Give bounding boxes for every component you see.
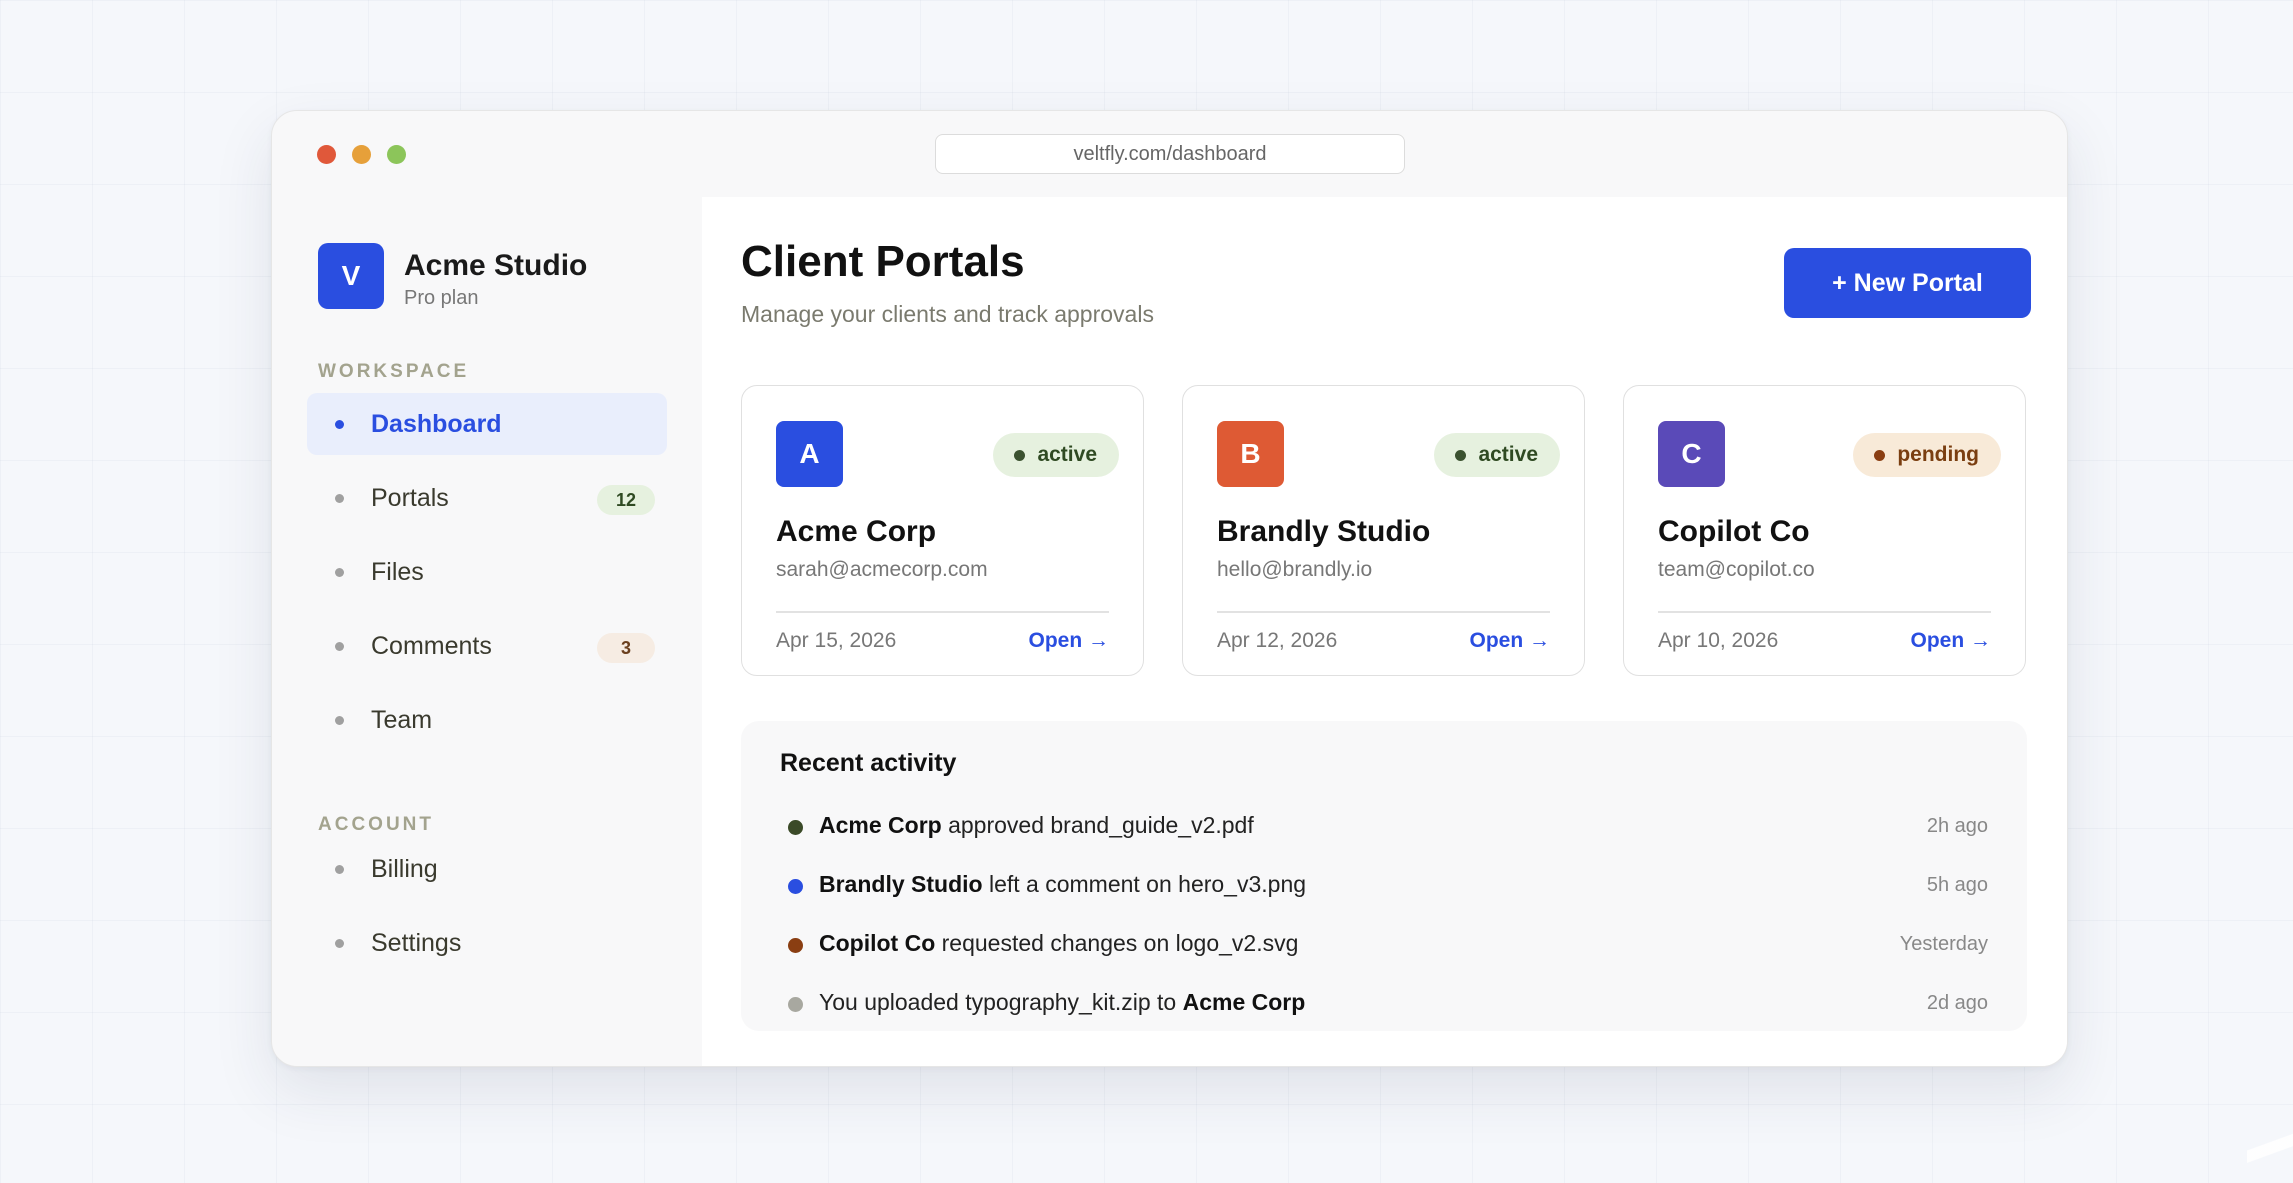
open-portal-link[interactable]: Open →: [1028, 629, 1109, 653]
brand-plan: Pro plan: [404, 287, 479, 309]
client-name: Acme Corp: [776, 515, 937, 548]
bullet-icon: [335, 420, 344, 429]
activity-dot-icon: [788, 879, 803, 894]
status-dot-icon: [1014, 450, 1026, 461]
card-date: Apr 12, 2026: [1217, 629, 1338, 652]
client-name: Brandly Studio: [1217, 515, 1431, 548]
minimize-window-dot[interactable]: [352, 145, 371, 164]
activity-dot-icon: [788, 820, 803, 835]
client-email: sarah@acmecorp.com: [776, 558, 988, 581]
activity-text: You uploaded typography_kit.zip to Acme …: [819, 989, 1306, 1015]
bullet-icon: [335, 642, 344, 651]
sidebar: V Acme Studio Pro plan WORKSPACE Dashboa…: [272, 197, 702, 1066]
count-badge: 12: [597, 485, 655, 515]
client-name: Copilot Co: [1658, 515, 1810, 548]
sidebar-item-label: Portals: [371, 483, 449, 512]
activity-title: Recent activity: [780, 749, 957, 777]
activity-item: You uploaded typography_kit.zip to Acme …: [780, 983, 1988, 1023]
recent-activity-panel: Recent activity Acme Corp approved brand…: [741, 721, 2027, 1031]
open-portal-link[interactable]: Open →: [1469, 629, 1550, 653]
main-content: Client Portals Manage your clients and t…: [702, 197, 2067, 1066]
sidebar-item-dashboard[interactable]: Dashboard: [307, 393, 667, 455]
sidebar-item-label: Comments: [371, 631, 492, 660]
corner-watermark: [2247, 1117, 2293, 1183]
sidebar-item-team[interactable]: Team: [307, 689, 667, 751]
activity-time: 5h ago: [1926, 874, 1988, 896]
card-divider: [1217, 611, 1550, 613]
bullet-icon: [335, 494, 344, 503]
section-label-account: ACCOUNT: [318, 814, 434, 835]
section-label-workspace: WORKSPACE: [318, 361, 470, 382]
browser-window: veltfly.com/dashboard V Acme Studio Pro …: [271, 110, 2068, 1067]
count-badge: 3: [597, 633, 655, 663]
client-email: hello@brandly.io: [1217, 558, 1373, 581]
activity-text: Copilot Co requested changes on logo_v2.…: [819, 930, 1299, 956]
status-badge: active: [993, 433, 1119, 477]
brand-logo: V: [318, 243, 384, 309]
bullet-icon: [335, 568, 344, 577]
activity-dot-icon: [788, 997, 803, 1012]
status-label: active: [1037, 443, 1097, 466]
status-badge: active: [1434, 433, 1560, 477]
portal-card-copilot[interactable]: C pending Copilot Co team@copilot.co Apr…: [1623, 385, 2026, 676]
page-title: Client Portals: [741, 237, 1025, 286]
activity-time: 2d ago: [1926, 992, 1988, 1014]
sidebar-item-label: Team: [371, 705, 433, 734]
activity-time: 2h ago: [1926, 815, 1988, 837]
client-email: team@copilot.co: [1658, 558, 1815, 581]
sidebar-item-label: Files: [371, 557, 424, 586]
activity-dot-icon: [788, 938, 803, 953]
activity-item: Copilot Co requested changes on logo_v2.…: [780, 924, 1988, 964]
card-divider: [776, 611, 1109, 613]
window-titlebar: veltfly.com/dashboard: [272, 111, 2067, 197]
sidebar-item-portals[interactable]: Portals 12: [307, 467, 667, 529]
card-divider: [1658, 611, 1991, 613]
close-window-dot[interactable]: [317, 145, 336, 164]
new-portal-button[interactable]: + New Portal: [1784, 248, 2031, 318]
sidebar-item-comments[interactable]: Comments 3: [307, 615, 667, 677]
activity-time: Yesterday: [1899, 933, 1988, 955]
bullet-icon: [335, 716, 344, 725]
sidebar-item-settings[interactable]: Settings: [307, 912, 667, 974]
brand-name: Acme Studio: [404, 249, 588, 282]
open-portal-link[interactable]: Open →: [1910, 629, 1991, 653]
activity-item: Brandly Studio left a comment on hero_v3…: [780, 865, 1988, 905]
sidebar-item-label: Billing: [371, 854, 438, 883]
status-label: active: [1478, 443, 1538, 466]
sidebar-item-label: Dashboard: [371, 409, 502, 438]
activity-item: Acme Corp approved brand_guide_v2.pdf 2h…: [780, 806, 1988, 846]
status-label: pending: [1897, 443, 1979, 466]
activity-text: Acme Corp approved brand_guide_v2.pdf: [819, 812, 1254, 838]
sidebar-item-label: Settings: [371, 928, 462, 957]
bullet-icon: [335, 865, 344, 874]
page-subtitle: Manage your clients and track approvals: [741, 301, 1154, 327]
sidebar-item-billing[interactable]: Billing: [307, 838, 667, 900]
address-bar[interactable]: veltfly.com/dashboard: [935, 134, 1405, 174]
status-dot-icon: [1874, 450, 1886, 461]
client-avatar: C: [1658, 421, 1725, 487]
sidebar-item-files[interactable]: Files: [307, 541, 667, 603]
maximize-window-dot[interactable]: [387, 145, 406, 164]
status-badge: pending: [1853, 433, 2001, 477]
portal-card-brandly[interactable]: B active Brandly Studio hello@brandly.io…: [1182, 385, 1585, 676]
activity-text: Brandly Studio left a comment on hero_v3…: [819, 871, 1307, 897]
bullet-icon: [335, 939, 344, 948]
portal-card-acme[interactable]: A active Acme Corp sarah@acmecorp.com Ap…: [741, 385, 1144, 676]
status-dot-icon: [1455, 450, 1467, 461]
client-avatar: A: [776, 421, 843, 487]
card-date: Apr 10, 2026: [1658, 629, 1779, 652]
card-date: Apr 15, 2026: [776, 629, 897, 652]
client-avatar: B: [1217, 421, 1284, 487]
